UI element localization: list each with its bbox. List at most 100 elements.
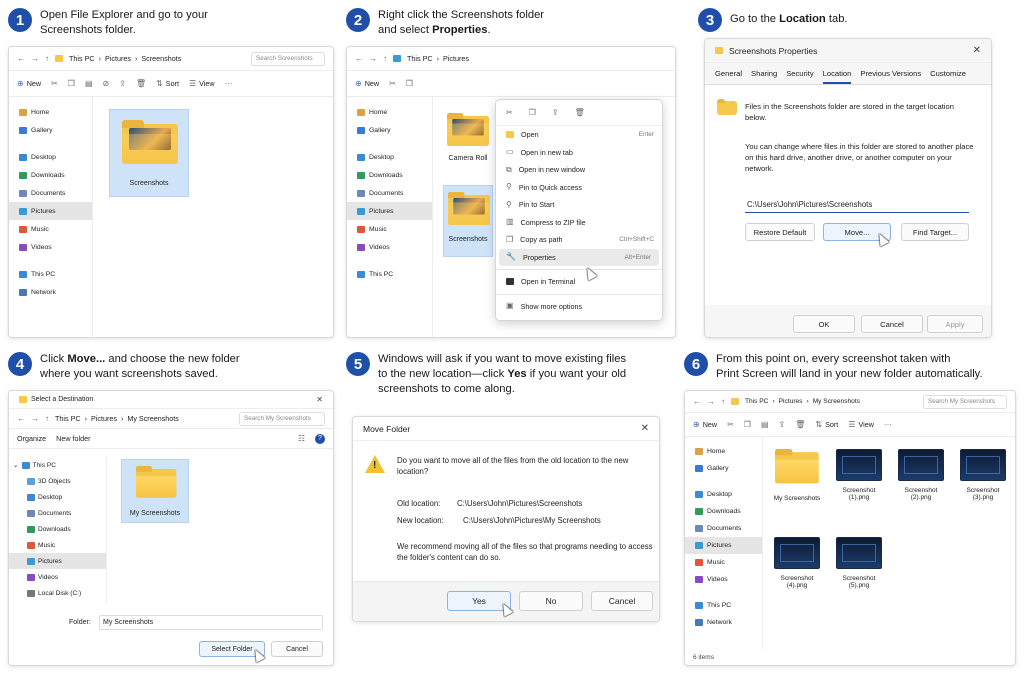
nav-item-videos[interactable]: Videos bbox=[347, 238, 432, 256]
nav-item-videos[interactable]: Videos bbox=[9, 238, 92, 256]
tab-security[interactable]: Security bbox=[786, 69, 813, 84]
copy-icon[interactable]: ❐ bbox=[529, 108, 536, 117]
nav-item-pictures[interactable]: Pictures bbox=[685, 537, 762, 554]
delete-icon[interactable]: 🗑 bbox=[575, 108, 585, 117]
tab-sharing[interactable]: Sharing bbox=[751, 69, 777, 84]
back-arrow-icon[interactable]: ← bbox=[17, 54, 25, 63]
menu-item-open-new-window[interactable]: ⧉ Open in new window bbox=[496, 161, 662, 179]
find-target-button[interactable]: Find Target... bbox=[901, 223, 969, 241]
up-arrow-icon[interactable]: ↑ bbox=[721, 397, 725, 406]
apply-button[interactable]: Apply bbox=[927, 315, 983, 333]
up-arrow-icon[interactable]: ↑ bbox=[45, 54, 49, 63]
nav-item-downloads[interactable]: Downloads bbox=[685, 503, 762, 520]
nav-item-this-pc[interactable]: This PC bbox=[347, 265, 432, 283]
list-item-image[interactable]: Screenshot (5).png bbox=[833, 537, 885, 611]
up-arrow-icon[interactable]: ↑ bbox=[45, 414, 49, 423]
delete-icon[interactable]: 🗑 bbox=[136, 79, 146, 88]
selected-folder-tile[interactable]: My Screenshots bbox=[121, 459, 189, 523]
new-button[interactable]: ⊕ New bbox=[693, 420, 717, 429]
menu-item-pin-start[interactable]: ⚲ Pin to Start bbox=[496, 196, 662, 214]
back-arrow-icon[interactable]: ← bbox=[17, 414, 25, 423]
nav-item-this-pc[interactable]: This PC bbox=[9, 265, 92, 283]
share-icon[interactable]: ⇪ bbox=[119, 79, 126, 88]
breadcrumb-item[interactable]: Pictures bbox=[105, 54, 131, 63]
folder-name-input[interactable]: My Screenshots bbox=[99, 615, 323, 630]
sort-button[interactable]: ⇅ Sort bbox=[815, 420, 838, 429]
restore-default-button[interactable]: Restore Default bbox=[745, 223, 815, 241]
nav-item-home[interactable]: Home bbox=[347, 103, 432, 121]
share-icon[interactable]: ⇪ bbox=[779, 420, 786, 429]
search-input[interactable]: Search My Screenshots bbox=[239, 411, 325, 426]
nav-item-gallery[interactable]: Gallery bbox=[347, 121, 432, 139]
view-options-icon[interactable]: ☷ bbox=[298, 434, 305, 443]
close-icon[interactable]: ✕ bbox=[316, 395, 323, 404]
menu-item-properties[interactable]: 🔧 Properties Alt+Enter bbox=[499, 248, 659, 266]
search-input[interactable]: Search My Screenshots bbox=[923, 394, 1007, 409]
back-arrow-icon[interactable]: ← bbox=[693, 397, 701, 406]
share-icon[interactable]: ⇪ bbox=[552, 108, 559, 117]
nav-item-network[interactable]: Network bbox=[685, 614, 762, 631]
tree-item-documents[interactable]: Documents bbox=[9, 505, 106, 521]
close-icon[interactable]: ✕ bbox=[973, 45, 981, 56]
location-path-field[interactable]: C:\Users\John\Pictures\Screenshots bbox=[745, 197, 969, 213]
list-item-folder[interactable]: My Screenshots bbox=[771, 445, 823, 515]
nav-item-desktop[interactable]: Desktop bbox=[9, 148, 92, 166]
nav-item-home[interactable]: Home bbox=[9, 103, 92, 121]
breadcrumb-item[interactable]: Screenshots bbox=[141, 54, 181, 63]
nav-item-downloads[interactable]: Downloads bbox=[9, 166, 92, 184]
tree-item-downloads[interactable]: Downloads bbox=[9, 521, 106, 537]
cut-icon[interactable]: ✂ bbox=[389, 79, 396, 88]
nav-item-pictures[interactable]: Pictures bbox=[9, 202, 92, 220]
breadcrumb-item[interactable]: This PC bbox=[745, 398, 768, 405]
nav-item-pictures[interactable]: Pictures bbox=[347, 202, 432, 220]
view-button[interactable]: ☰ View bbox=[848, 420, 874, 429]
cut-icon[interactable]: ✂ bbox=[506, 108, 513, 117]
tree-item-local-disk[interactable]: Local Disk (C:) bbox=[9, 585, 106, 601]
breadcrumb-item[interactable]: This PC bbox=[69, 54, 95, 63]
help-icon[interactable]: ? bbox=[315, 433, 325, 444]
no-button[interactable]: No bbox=[519, 591, 583, 611]
breadcrumb-item[interactable]: Pictures bbox=[779, 398, 803, 405]
tab-general[interactable]: General bbox=[715, 69, 742, 84]
breadcrumb-item[interactable]: This PC bbox=[55, 414, 81, 423]
breadcrumb-item[interactable]: My Screenshots bbox=[127, 414, 179, 423]
tree-item-music[interactable]: Music bbox=[9, 537, 106, 553]
nav-item-gallery[interactable]: Gallery bbox=[9, 121, 92, 139]
tree-item-this-pc[interactable]: ⌄ This PC bbox=[9, 457, 106, 473]
nav-item-documents[interactable]: Documents bbox=[9, 184, 92, 202]
list-item-image[interactable]: Screenshot (1).png bbox=[833, 449, 885, 523]
selected-folder-tile[interactable]: Screenshots bbox=[109, 109, 189, 197]
sort-button[interactable]: ⇅ Sort bbox=[156, 79, 179, 88]
paste-icon[interactable]: ▤ bbox=[761, 420, 769, 429]
nav-item-downloads[interactable]: Downloads bbox=[347, 166, 432, 184]
tab-customize[interactable]: Customize bbox=[930, 69, 966, 84]
cut-icon[interactable]: ✂ bbox=[51, 79, 58, 88]
forward-arrow-icon[interactable]: → bbox=[31, 54, 39, 63]
paste-icon[interactable]: ▤ bbox=[85, 79, 93, 88]
breadcrumb-item[interactable]: My Screenshots bbox=[813, 398, 860, 405]
breadcrumb[interactable]: This PC › Pictures › My Screenshots bbox=[55, 414, 179, 423]
view-button[interactable]: ☰ View bbox=[189, 79, 215, 88]
breadcrumb-item[interactable]: Pictures bbox=[91, 414, 117, 423]
nav-item-gallery[interactable]: Gallery bbox=[685, 460, 762, 477]
delete-icon[interactable]: 🗑 bbox=[795, 420, 805, 429]
nav-item-home[interactable]: Home bbox=[685, 443, 762, 460]
more-options-icon[interactable]: ··· bbox=[225, 79, 233, 88]
selected-folder-tile-screenshots[interactable]: Screenshots bbox=[443, 185, 493, 257]
nav-item-documents[interactable]: Documents bbox=[347, 184, 432, 202]
nav-item-desktop[interactable]: Desktop bbox=[347, 148, 432, 166]
more-options-icon[interactable]: ··· bbox=[884, 420, 892, 429]
up-arrow-icon[interactable]: ↑ bbox=[383, 54, 387, 63]
nav-item-music[interactable]: Music bbox=[685, 554, 762, 571]
nav-item-desktop[interactable]: Desktop bbox=[685, 486, 762, 503]
new-button[interactable]: ⊕ New bbox=[355, 79, 379, 88]
tree-item-desktop[interactable]: Desktop bbox=[9, 489, 106, 505]
folder-tile-camera-roll[interactable]: Camera Roll bbox=[443, 109, 493, 169]
nav-item-videos[interactable]: Videos bbox=[685, 571, 762, 588]
nav-item-network[interactable]: Network bbox=[9, 283, 92, 301]
list-item-image[interactable]: Screenshot (4).png bbox=[771, 537, 823, 611]
nav-item-this-pc[interactable]: This PC bbox=[685, 597, 762, 614]
forward-arrow-icon[interactable]: → bbox=[31, 414, 39, 423]
menu-item-open-new-tab[interactable]: ▭ Open in new tab bbox=[496, 144, 662, 162]
tree-item-videos[interactable]: Videos bbox=[9, 569, 106, 585]
